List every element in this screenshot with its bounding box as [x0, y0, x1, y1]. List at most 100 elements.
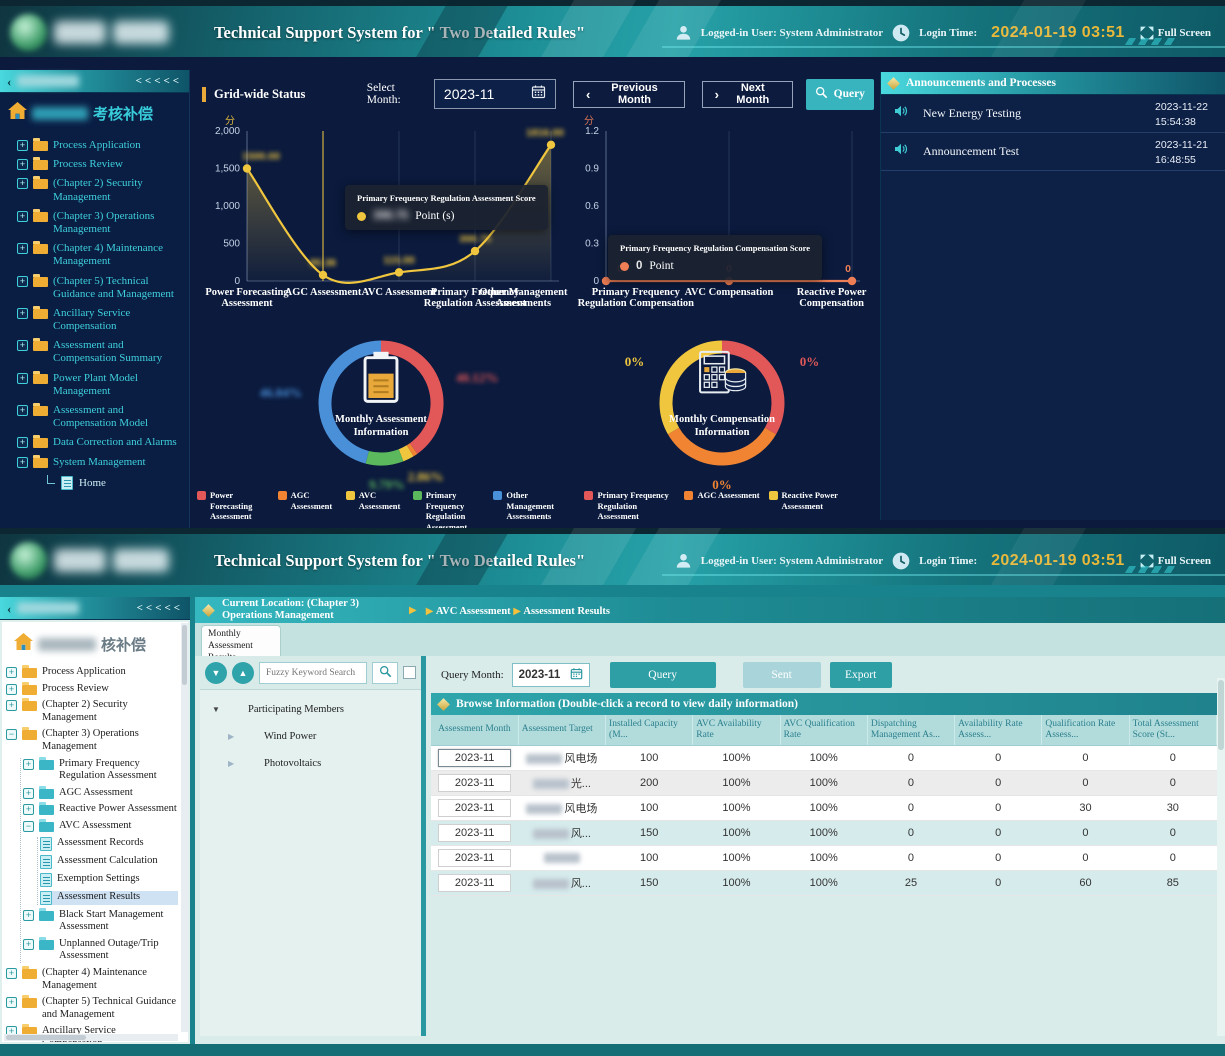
fuzzy-search-input[interactable] — [259, 662, 367, 684]
sidebar-item[interactable]: +System Management — [17, 456, 187, 469]
select-month-input[interactable]: 2023-11 — [434, 79, 556, 109]
sidebar-horizontal-scrollbar[interactable] — [4, 1034, 178, 1041]
document-icon — [40, 873, 52, 887]
expand-plus-icon[interactable]: + — [23, 759, 34, 770]
assessment-month-cell: 2023-11 — [438, 874, 511, 892]
sidebar-item[interactable]: +Process Review — [6, 683, 178, 696]
table-row[interactable]: 2023-11风电场100100%100%003030 — [431, 795, 1217, 820]
table-column-header[interactable]: Dispatching Management As... — [867, 715, 954, 745]
table-column-header[interactable]: AVC Qualification Rate — [780, 715, 867, 745]
sidebar-item[interactable]: Assessment Calculation — [40, 855, 178, 869]
sidebar-item[interactable]: +(Chapter 2) Security Management — [6, 699, 178, 724]
expand-plus-icon[interactable]: + — [17, 211, 28, 222]
query-month-input[interactable]: 2023-11 — [512, 663, 590, 687]
sidebar-item[interactable]: +Process Application — [17, 139, 187, 152]
expand-plus-icon[interactable]: + — [6, 997, 17, 1008]
next-month-button[interactable]: › Next Month — [702, 81, 793, 108]
expand-plus-icon[interactable]: + — [23, 910, 34, 921]
table-column-header[interactable]: Availability Rate Assess... — [955, 715, 1042, 745]
expand-plus-icon[interactable]: + — [17, 159, 28, 170]
expand-plus-icon[interactable]: + — [23, 939, 34, 950]
expand-plus-icon[interactable]: + — [6, 684, 17, 695]
sidebar-item[interactable]: −AVC Assessment — [23, 820, 178, 833]
expand-plus-icon[interactable]: + — [17, 178, 28, 189]
sidebar-item[interactable]: Assessment Results — [40, 891, 178, 905]
sidebar-item[interactable]: +Ancillary Service Compensation — [17, 307, 187, 333]
sent-button[interactable]: Sent — [743, 662, 821, 688]
query-button[interactable]: Query — [806, 79, 874, 110]
tab-monthly-assessment-results[interactable]: Monthly Assessment Results — [201, 625, 281, 656]
sidebar-item[interactable]: Exemption Settings — [40, 873, 178, 887]
breadcrumb-item[interactable]: Assessment Results — [523, 606, 610, 617]
sidebar-item[interactable]: −(Chapter 3) Operations Management — [6, 728, 178, 753]
announcement-item[interactable]: New Energy Testing2023-11-2215:54:38 — [881, 95, 1225, 133]
sidebar-item[interactable]: +(Chapter 4) Maintenance Management — [6, 967, 178, 992]
expand-plus-icon[interactable]: + — [17, 437, 28, 448]
table-column-header[interactable]: Assessment Target — [518, 715, 605, 745]
sidebar-item[interactable]: +Process Application — [6, 666, 178, 679]
back-chevron-icon[interactable]: ‹ — [7, 75, 11, 88]
sidebar-vertical-scrollbar[interactable] — [181, 623, 188, 1032]
sidebar-item[interactable]: +Power Plant Model Management — [17, 372, 187, 398]
expand-plus-icon[interactable]: + — [17, 276, 28, 287]
previous-month-button[interactable]: ‹ Previous Month — [573, 81, 685, 108]
sidebar-item[interactable]: +Data Correction and Alarms — [17, 436, 187, 449]
sidebar-item-home[interactable]: Home — [47, 476, 187, 490]
expand-plus-icon[interactable]: + — [17, 405, 28, 416]
sidebar-item[interactable]: +Black Start Management Assessment — [23, 909, 178, 934]
announcement-item[interactable]: Announcement Test2023-11-2116:48:55 — [881, 133, 1225, 171]
expand-plus-icon[interactable]: + — [23, 788, 34, 799]
collapse-arrows[interactable]: <<<<< — [137, 602, 183, 614]
table-row[interactable]: 2023-11风...150100%100%2506085 — [431, 870, 1217, 895]
expand-plus-icon[interactable]: + — [6, 968, 17, 979]
table-row[interactable]: 2023-11100100%100%0000 — [431, 845, 1217, 870]
sidebar-item[interactable]: +AGC Assessment — [23, 787, 178, 800]
expand-plus-icon[interactable]: + — [17, 340, 28, 351]
collapse-minus-icon[interactable]: − — [6, 729, 17, 740]
query-button[interactable]: Query — [610, 662, 716, 688]
expand-all-button[interactable]: ▲ — [232, 662, 254, 684]
expand-plus-icon[interactable]: + — [17, 140, 28, 151]
members-tree-item[interactable]: ▶Wind Power — [228, 731, 415, 742]
sidebar-item[interactable]: +(Chapter 2) Security Management — [17, 177, 187, 203]
sidebar-item[interactable]: +(Chapter 3) Operations Management — [17, 210, 187, 236]
table-row[interactable]: 2023-11光...200100%100%0000 — [431, 770, 1217, 795]
table-vertical-scrollbar[interactable] — [1217, 678, 1225, 1036]
table-column-header[interactable]: Qualification Rate Assess... — [1042, 715, 1129, 745]
expand-plus-icon[interactable]: + — [17, 373, 28, 384]
table-column-header[interactable]: Installed Capacity (M... — [606, 715, 693, 745]
sidebar-item[interactable]: +Assessment and Compensation Model — [17, 404, 187, 430]
table-column-header[interactable]: Assessment Month — [431, 715, 518, 745]
select-all-checkbox[interactable] — [403, 666, 416, 679]
sidebar-item[interactable]: +Process Review — [17, 158, 187, 171]
expand-plus-icon[interactable]: + — [17, 457, 28, 468]
expand-plus-icon[interactable]: + — [17, 243, 28, 254]
sidebar-item-label: Primary Frequency Regulation Assessment — [59, 758, 178, 783]
members-tree-root[interactable]: ▼Participating Members — [212, 704, 415, 715]
expand-plus-icon[interactable]: + — [17, 308, 28, 319]
sidebar-item[interactable]: +(Chapter 5) Technical Guidance and Mana… — [6, 996, 178, 1021]
expand-plus-icon[interactable]: + — [6, 700, 17, 711]
table-row[interactable]: 2023-11风...150100%100%0000 — [431, 820, 1217, 845]
breadcrumb-item[interactable]: AVC Assessment — [436, 606, 511, 617]
member-search-button[interactable] — [372, 662, 398, 684]
expand-plus-icon[interactable]: + — [23, 804, 34, 815]
sidebar-item[interactable]: +Reactive Power Assessment — [23, 803, 178, 816]
sidebar-item[interactable]: +Unplanned Outage/Trip Assessment — [23, 938, 178, 963]
sidebar-item[interactable]: +(Chapter 4) Maintenance Management — [17, 242, 187, 268]
table-column-header[interactable]: AVC Availability Rate — [693, 715, 780, 745]
sidebar-item[interactable]: Assessment Records — [40, 837, 178, 851]
table-column-header[interactable]: Total Assessment Score (St... — [1129, 715, 1216, 745]
expand-plus-icon[interactable]: + — [6, 667, 17, 678]
back-chevron-icon[interactable]: ‹ — [7, 602, 11, 615]
sidebar-item[interactable]: +Assessment and Compensation Summary — [17, 339, 187, 365]
table-row[interactable]: 2023-11风电场100100%100%0000 — [431, 745, 1217, 770]
collapse-arrows[interactable]: <<<<< — [136, 75, 182, 87]
export-button[interactable]: Export — [830, 662, 892, 688]
members-tree-item[interactable]: ▶Photovoltaics — [228, 758, 415, 769]
collapse-all-button[interactable]: ▼ — [205, 662, 227, 684]
sidebar-item[interactable]: +(Chapter 5) Technical Guidance and Mana… — [17, 275, 187, 301]
announcements-header: Announcements and Processes — [881, 72, 1225, 95]
sidebar-item[interactable]: + Primary Frequency Regulation Assessment — [23, 758, 178, 783]
collapse-minus-icon[interactable]: − — [23, 821, 34, 832]
